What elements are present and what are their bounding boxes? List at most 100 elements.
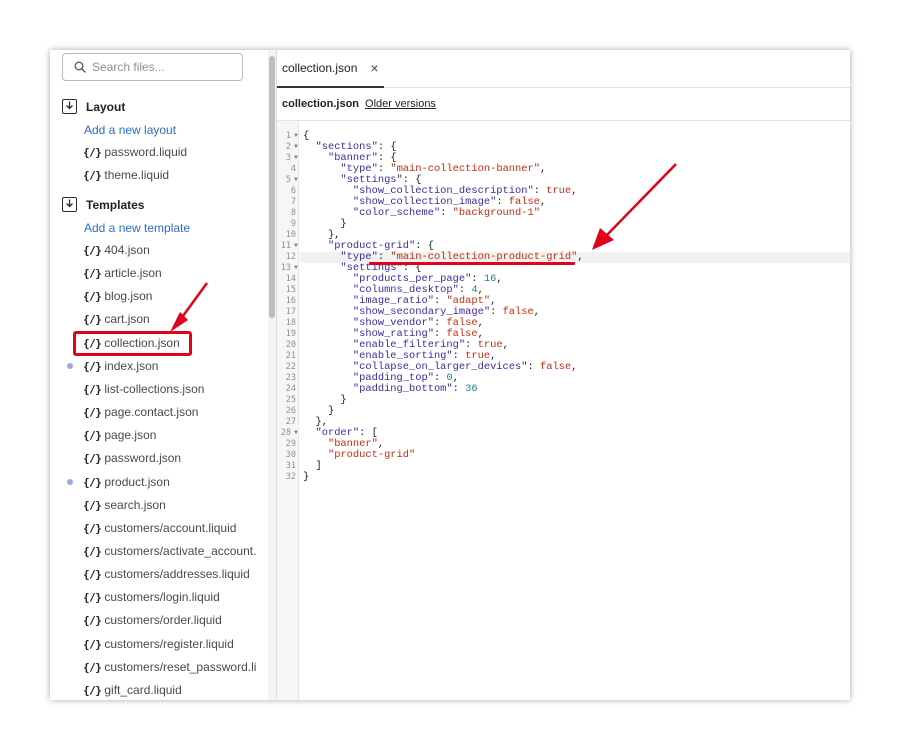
fold-arrow-icon[interactable]: ▼ bbox=[293, 133, 299, 139]
fold-arrow-icon[interactable]: ▼ bbox=[293, 243, 299, 249]
line-number: 6 bbox=[290, 186, 296, 196]
line-number: 1 bbox=[285, 131, 291, 141]
json-file-icon: {/} bbox=[83, 289, 102, 303]
liquid-file-icon: {/} bbox=[83, 521, 102, 535]
modified-dot bbox=[67, 363, 73, 369]
line-number: 32 bbox=[285, 472, 296, 482]
file-item[interactable]: {/} customers/login.liquid bbox=[83, 588, 220, 606]
folder-download-icon bbox=[62, 197, 77, 212]
file-name: page.contact.json bbox=[104, 405, 199, 419]
file-name: password.liquid bbox=[104, 145, 188, 159]
file-item[interactable]: {/} theme.liquid bbox=[83, 166, 169, 184]
file-item[interactable]: {/} customers/account.liquid bbox=[83, 519, 236, 537]
file-name: customers/activate_account. bbox=[104, 544, 257, 558]
add-new-template-link[interactable]: Add a new template bbox=[84, 221, 190, 235]
file-item[interactable]: {/} password.json bbox=[83, 449, 181, 467]
folder-download-icon bbox=[62, 99, 77, 114]
line-number: 27 bbox=[285, 417, 296, 427]
file-item[interactable]: {/} list-collections.json bbox=[83, 380, 204, 398]
line-number: 26 bbox=[285, 406, 296, 416]
file-sidebar: Layout Add a new layout {/}password.liqu… bbox=[50, 50, 268, 700]
section-templates[interactable]: Templates bbox=[62, 197, 144, 212]
tab-collection-json[interactable]: collection.json × bbox=[277, 50, 384, 88]
fold-arrow-icon[interactable]: ▼ bbox=[293, 265, 299, 271]
json-file-icon: {/} bbox=[83, 451, 102, 465]
section-layout[interactable]: Layout bbox=[62, 99, 125, 114]
file-item[interactable]: {/} password.liquid bbox=[83, 143, 187, 161]
file-item[interactable]: {/} page.contact.json bbox=[83, 403, 198, 421]
line-number: 11 bbox=[280, 241, 291, 251]
file-item[interactable]: {/} cart.json bbox=[83, 310, 150, 328]
line-number: 2 bbox=[285, 142, 291, 152]
fold-arrow-icon[interactable]: ▼ bbox=[293, 430, 299, 436]
file-name: customers/login.liquid bbox=[104, 590, 220, 604]
file-item[interactable]: {/} index.json bbox=[83, 357, 158, 375]
search-files-input[interactable] bbox=[92, 58, 237, 76]
liquid-file-icon: {/} bbox=[83, 660, 102, 674]
file-item[interactable]: {/} customers/order.liquid bbox=[83, 611, 222, 629]
modified-dot bbox=[67, 479, 73, 485]
json-file-icon: {/} bbox=[83, 428, 102, 442]
close-icon[interactable]: × bbox=[370, 60, 378, 76]
line-number: 8 bbox=[290, 208, 296, 218]
file-item[interactable]: {/} customers/reset_password.li bbox=[83, 658, 256, 676]
line-number: 3 bbox=[285, 153, 291, 163]
file-name: customers/addresses.liquid bbox=[104, 567, 250, 581]
sidebar-scrollbar[interactable] bbox=[268, 50, 276, 700]
line-number: 7 bbox=[290, 197, 296, 207]
file-item[interactable]: {/} 404.json bbox=[83, 241, 150, 259]
line-number: 24 bbox=[285, 384, 296, 394]
file-name: cart.json bbox=[104, 312, 150, 326]
file-item[interactable]: {/} blog.json bbox=[83, 287, 152, 305]
fold-arrow-icon[interactable]: ▼ bbox=[293, 144, 299, 150]
line-number: 15 bbox=[285, 285, 296, 295]
file-name: customers/account.liquid bbox=[104, 521, 237, 535]
line-number: 14 bbox=[285, 274, 296, 284]
line-number: 18 bbox=[285, 318, 296, 328]
file-item[interactable]: {/} gift_card.liquid bbox=[83, 681, 182, 699]
line-number: 31 bbox=[285, 461, 296, 471]
file-header: collection.json Older versions bbox=[277, 88, 850, 121]
file-item[interactable]: {/} product.json bbox=[83, 473, 170, 491]
file-item[interactable]: {/} customers/activate_account. bbox=[83, 542, 256, 560]
line-number: 20 bbox=[285, 340, 296, 350]
line-number: 22 bbox=[285, 362, 296, 372]
json-file-icon: {/} bbox=[83, 405, 102, 419]
file-name: customers/reset_password.li bbox=[104, 660, 257, 674]
line-number: 13 bbox=[280, 263, 291, 273]
line-number: 30 bbox=[285, 450, 296, 460]
fold-arrow-icon[interactable]: ▼ bbox=[293, 177, 299, 183]
editor-tab-bar: collection.json × bbox=[277, 50, 850, 88]
file-item[interactable]: {/} search.json bbox=[83, 496, 166, 514]
liquid-file-icon: {/} bbox=[83, 544, 102, 558]
fold-arrow-icon[interactable]: ▼ bbox=[293, 155, 299, 161]
search-files-field[interactable] bbox=[62, 53, 243, 81]
line-number: 16 bbox=[285, 296, 296, 306]
older-versions-link[interactable]: Older versions bbox=[365, 98, 436, 110]
file-name: 404.json bbox=[104, 243, 150, 257]
file-item[interactable]: {/} customers/register.liquid bbox=[83, 635, 234, 653]
file-name: blog.json bbox=[104, 289, 153, 303]
add-new-layout-link[interactable]: Add a new layout bbox=[84, 123, 176, 137]
liquid-file-icon: {/} bbox=[83, 168, 102, 182]
json-file-icon: {/} bbox=[83, 243, 102, 257]
file-name: theme.liquid bbox=[104, 168, 170, 182]
line-number: 12 bbox=[285, 252, 296, 262]
file-item[interactable]: {/} page.json bbox=[83, 426, 156, 444]
file-name: list-collections.json bbox=[104, 382, 205, 396]
sidebar-scrollbar-thumb[interactable] bbox=[269, 56, 275, 318]
liquid-file-icon: {/} bbox=[83, 637, 102, 651]
json-file-icon: {/} bbox=[83, 382, 102, 396]
tab-label: collection.json bbox=[282, 61, 358, 75]
code-area[interactable]: 1 ▼ 2 ▼ 3 ▼ 4 5 ▼ 6 7 8 9 10 11 ▼ 12 13 ▼ 14 15 16 17 18 19 20 21 2… bbox=[277, 121, 850, 700]
line-number: 29 bbox=[285, 439, 296, 449]
line-number-gutter: 1 ▼ 2 ▼ 3 ▼ 4 5 ▼ 6 7 8 9 10 11 ▼ 12 13 ▼ 14 15 16 17 18 19 20 21 2… bbox=[277, 121, 299, 700]
file-name: password.json bbox=[104, 451, 182, 465]
file-item[interactable]: {/} customers/addresses.liquid bbox=[83, 565, 250, 583]
file-item[interactable]: {/} article.json bbox=[83, 264, 162, 282]
file-name: index.json bbox=[104, 359, 159, 373]
json-file-icon: {/} bbox=[83, 312, 102, 326]
json-file-icon: {/} bbox=[83, 266, 102, 280]
annotation-highlight-box bbox=[73, 331, 192, 356]
file-title: collection.json bbox=[282, 98, 360, 110]
